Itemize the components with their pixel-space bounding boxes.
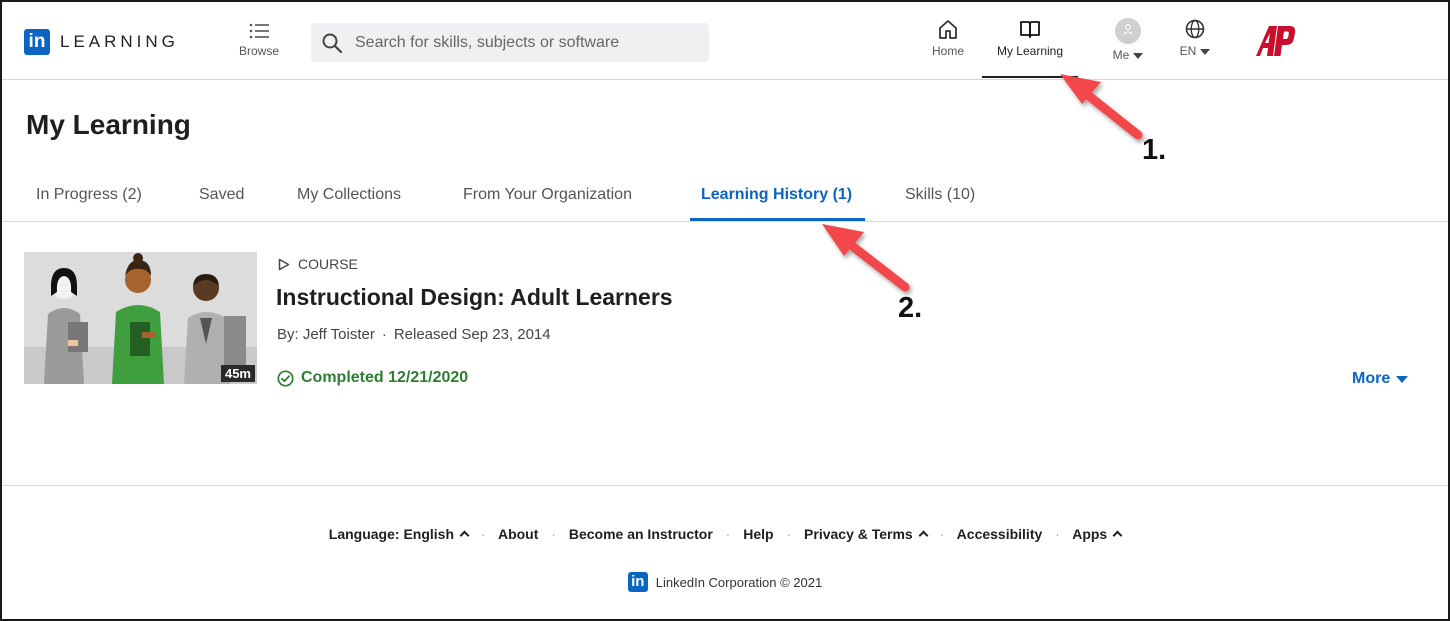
course-title-link[interactable]: Instructional Design: Adult Learners	[276, 284, 673, 311]
tab-bar: In Progress (2) Saved My Collections Fro…	[2, 172, 1448, 222]
top-navigation-bar: in LEARNING Browse Home	[2, 2, 1448, 80]
footer-privacy-label: Privacy & Terms	[804, 526, 913, 542]
tab-learning-history[interactable]: Learning History (1)	[701, 186, 852, 204]
course-thumbnail[interactable]: 45m	[24, 252, 257, 384]
nav-active-underline	[982, 76, 1078, 78]
footer-about-link[interactable]: About	[498, 526, 538, 542]
more-label: More	[1352, 370, 1391, 387]
footer-privacy-terms-menu[interactable]: Privacy & Terms	[804, 526, 929, 542]
nav-me-menu[interactable]: Me	[1105, 18, 1151, 62]
search-icon	[322, 33, 343, 53]
nav-home[interactable]: Home	[924, 18, 972, 58]
linkedin-in-icon: in	[24, 29, 50, 55]
course-meta: By: Jeff Toister · Released Sep 23, 2014	[277, 326, 551, 343]
content-type-text: COURSE	[298, 256, 358, 272]
tab-in-progress[interactable]: In Progress (2)	[36, 186, 142, 204]
chevron-up-icon	[1112, 530, 1123, 541]
footer-language-selector[interactable]: Language: English	[328, 526, 470, 542]
home-icon	[939, 20, 957, 39]
content-type-label: COURSE	[278, 256, 358, 272]
tab-from-your-organization[interactable]: From Your Organization	[463, 186, 632, 204]
nav-language-label: EN	[1179, 44, 1197, 58]
nav-my-learning[interactable]: My Learning	[982, 18, 1078, 78]
search-bar[interactable]	[311, 23, 709, 62]
check-circle-icon	[277, 369, 294, 387]
tab-my-collections[interactable]: My Collections	[297, 186, 401, 204]
separator-dot: ·	[381, 326, 387, 343]
tab-saved[interactable]: Saved	[199, 186, 244, 204]
footer-apps-menu[interactable]: Apps	[1072, 526, 1123, 542]
nav-me-label: Me	[1112, 48, 1130, 62]
logo-text: LEARNING	[60, 32, 179, 51]
annotation-step-1: 1.	[1142, 134, 1167, 166]
footer-separator: ·	[786, 526, 792, 542]
duration-badge: 45m	[220, 365, 255, 382]
footer-separator: ·	[725, 526, 731, 542]
page-frame: in LEARNING Browse Home	[0, 0, 1450, 621]
course-author: By: Jeff Toister	[277, 326, 375, 343]
course-release-date: Released Sep 23, 2014	[393, 326, 551, 343]
footer-help-link[interactable]: Help	[743, 526, 773, 542]
footer-separator: ·	[480, 526, 486, 542]
nav-home-label: Home	[931, 44, 964, 58]
active-tab-underline	[690, 218, 865, 221]
chevron-down-icon	[1133, 52, 1144, 59]
copyright-text: LinkedIn Corporation © 2021	[655, 574, 823, 590]
chevron-down-icon	[1200, 48, 1211, 55]
tab-skills[interactable]: Skills (10)	[905, 186, 975, 204]
linkedin-learning-logo[interactable]: in LEARNING	[24, 29, 179, 55]
page-title: My Learning	[26, 109, 191, 140]
footer-separator: ·	[939, 526, 945, 542]
organization-logo[interactable]: AP	[1254, 24, 1296, 58]
footer-accessibility-link[interactable]: Accessibility	[957, 526, 1043, 542]
footer: Language: English · About · Become an In…	[2, 485, 1448, 619]
search-input[interactable]	[355, 33, 685, 52]
globe-icon	[1185, 19, 1205, 39]
avatar	[1115, 18, 1141, 44]
annotation-step-2: 2.	[898, 292, 923, 324]
footer-links: Language: English · About · Become an In…	[2, 526, 1448, 542]
chevron-up-icon	[918, 530, 929, 541]
nav-language-menu[interactable]: EN	[1172, 18, 1218, 58]
browse-menu-button[interactable]: Browse	[232, 22, 286, 58]
chevron-up-icon	[459, 530, 470, 541]
footer-apps-label: Apps	[1072, 526, 1108, 542]
nav-my-learning-label: My Learning	[996, 44, 1064, 58]
linkedin-in-icon: in	[627, 572, 648, 592]
person-icon	[1123, 24, 1133, 35]
play-icon	[278, 258, 290, 270]
completion-text: Completed 12/21/2020	[301, 369, 469, 386]
book-icon	[1020, 21, 1040, 38]
footer-separator: ·	[551, 526, 556, 542]
list-icon	[249, 23, 269, 39]
chevron-down-icon	[1396, 375, 1409, 383]
browse-label: Browse	[238, 44, 279, 58]
footer-separator: ·	[1055, 526, 1060, 542]
annotation-arrow-2	[822, 224, 910, 292]
more-button[interactable]: More	[1352, 370, 1409, 388]
footer-language-label: Language: English	[328, 526, 455, 542]
footer-copyright: in LinkedIn Corporation © 2021	[2, 572, 1448, 592]
completion-status: Completed 12/21/2020	[277, 369, 468, 387]
footer-become-instructor-link[interactable]: Become an Instructor	[569, 526, 713, 542]
